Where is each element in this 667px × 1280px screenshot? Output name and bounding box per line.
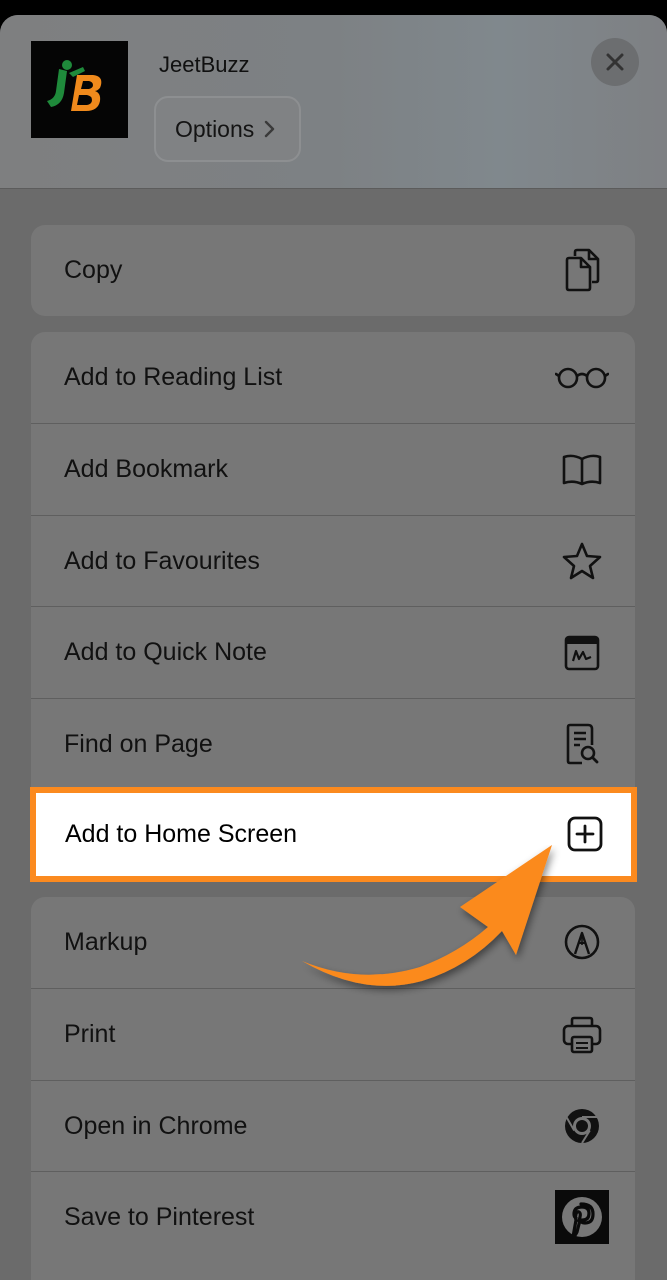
app-icon bbox=[31, 41, 128, 138]
action-label: Copy bbox=[64, 256, 123, 284]
jeetbuzz-logo-icon bbox=[31, 41, 128, 138]
close-button[interactable] bbox=[591, 38, 639, 86]
action-label: Markup bbox=[64, 928, 148, 956]
action-label: Add to Home Screen bbox=[65, 820, 298, 848]
action-add-to-reading-list[interactable]: Add to Reading List bbox=[31, 332, 635, 423]
orange-curved-arrow-icon bbox=[302, 845, 552, 986]
share-sheet: JeetBuzz Options Copy Add to Reading Lis… bbox=[0, 15, 667, 1280]
printer-icon bbox=[555, 1008, 609, 1062]
action-add-bookmark[interactable]: Add Bookmark bbox=[31, 423, 635, 515]
app-name: JeetBuzz bbox=[159, 52, 250, 77]
chevron-right-icon bbox=[264, 120, 276, 138]
options-button[interactable]: Options bbox=[154, 96, 301, 162]
action-open-in-chrome[interactable]: Open in Chrome bbox=[31, 1080, 635, 1171]
action-label: Add to Reading List bbox=[64, 363, 283, 391]
glasses-icon bbox=[555, 350, 609, 404]
action-label: Add Bookmark bbox=[64, 455, 228, 483]
action-find-on-page[interactable]: Find on Page bbox=[31, 698, 635, 789]
action-add-to-quick-note[interactable]: Add to Quick Note bbox=[31, 606, 635, 698]
quick-note-icon bbox=[555, 626, 609, 680]
share-sheet-header: JeetBuzz Options bbox=[0, 15, 667, 189]
action-copy[interactable]: Copy bbox=[31, 225, 635, 316]
pinterest-icon bbox=[555, 1190, 609, 1244]
action-add-to-favourites[interactable]: Add to Favourites bbox=[31, 515, 635, 606]
find-in-page-icon bbox=[555, 717, 609, 771]
action-label: Open in Chrome bbox=[64, 1111, 248, 1140]
options-label: Options bbox=[175, 115, 255, 142]
action-label: Save to Pinterest bbox=[64, 1203, 255, 1231]
copy-icon bbox=[555, 243, 609, 297]
book-icon bbox=[555, 443, 609, 497]
action-label: Add to Quick Note bbox=[64, 638, 267, 666]
action-label: Add to Favourites bbox=[64, 546, 260, 575]
action-label: Print bbox=[64, 1020, 116, 1048]
chrome-icon bbox=[555, 1099, 609, 1153]
action-label: Find on Page bbox=[64, 729, 213, 758]
star-icon bbox=[555, 534, 609, 588]
action-save-to-pinterest[interactable]: Save to Pinterest bbox=[31, 1171, 635, 1263]
action-group-copy: Copy bbox=[31, 225, 635, 316]
close-icon bbox=[606, 53, 624, 71]
